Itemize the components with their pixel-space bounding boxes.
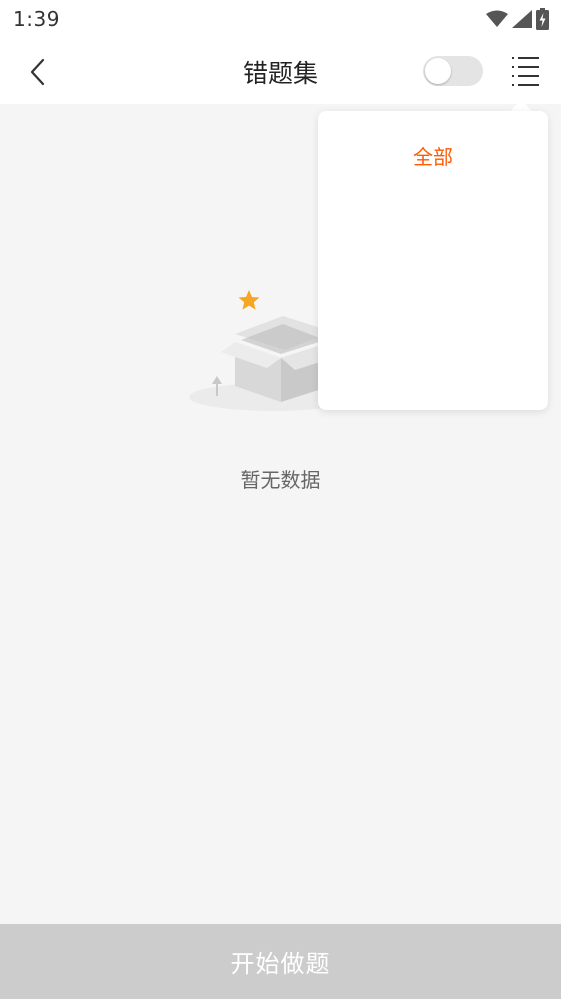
start-practice-button[interactable]: 开始做题: [0, 924, 561, 999]
header: 错题集: [0, 38, 561, 104]
toggle-switch[interactable]: [423, 56, 483, 86]
status-icons: [486, 8, 549, 30]
signal-icon: [512, 10, 532, 28]
empty-state-text: 暂无数据: [240, 468, 321, 492]
wifi-icon: [486, 10, 508, 27]
toggle-knob: [425, 58, 451, 84]
list-menu-icon: [512, 57, 539, 86]
status-bar: 1:39: [0, 0, 561, 38]
star-icon: [238, 290, 260, 310]
screen: 1:39 错题集 暂无数据 全部 开始做题: [0, 0, 561, 999]
status-time: 1:39: [13, 7, 60, 31]
tree-icon: [212, 376, 222, 384]
filter-popup-menu: 全部: [318, 111, 548, 410]
battery-charging-icon: [536, 8, 549, 30]
menu-button[interactable]: [506, 52, 546, 92]
filter-option-all[interactable]: 全部: [318, 141, 548, 170]
